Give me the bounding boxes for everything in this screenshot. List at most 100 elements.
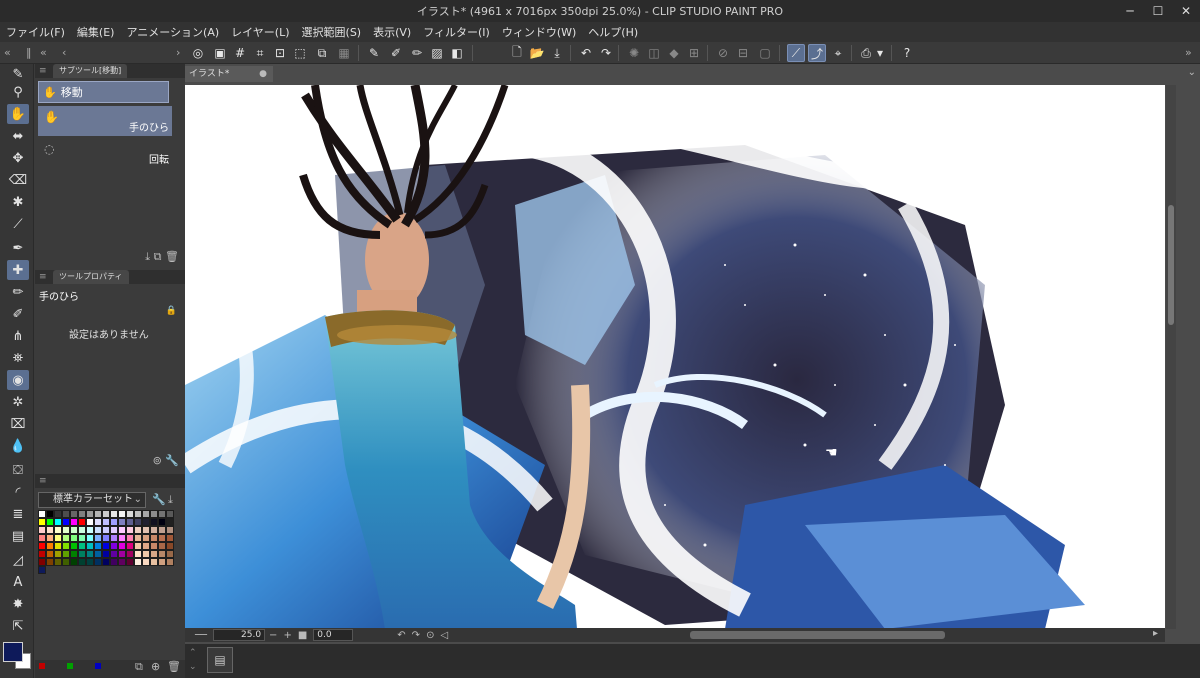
blur-icon[interactable]: 💧 — [7, 436, 29, 456]
subtool-item-hand[interactable]: ✋ 手のひら — [38, 106, 172, 136]
palette-swatch[interactable] — [102, 558, 110, 566]
palette-swatch[interactable] — [150, 526, 158, 534]
fit-icon[interactable]: ■ — [298, 630, 307, 641]
palette-swatch[interactable] — [126, 542, 134, 550]
palette-swatch[interactable] — [70, 558, 78, 566]
fill-icon[interactable]: ◆ — [665, 44, 683, 62]
palette-swatch[interactable] — [94, 550, 102, 558]
scroll-right-icon[interactable]: ▸ — [1153, 628, 1158, 639]
zoom-value[interactable]: 25.0 — [213, 629, 266, 641]
clear-icon[interactable]: ◫ — [645, 44, 663, 62]
crosshair-icon[interactable]: ✚ — [7, 260, 29, 280]
palette-swatch[interactable] — [102, 510, 110, 518]
menu-layer[interactable]: レイヤー(L) — [231, 24, 289, 40]
subtool-group-button[interactable]: ✋ 移動 — [38, 81, 169, 103]
frame-icon[interactable]: ▤ — [7, 526, 29, 546]
palette-swatch[interactable] — [142, 534, 150, 542]
open-folder-icon[interactable]: 📂 — [528, 44, 546, 62]
zoom-in-icon[interactable]: + — [283, 630, 291, 641]
redo-icon[interactable]: ↷ — [597, 44, 615, 62]
settings-icon[interactable]: 🔧 — [165, 454, 179, 467]
lock-icon[interactable]: 🔒 — [166, 306, 177, 316]
ruler-grid-icon[interactable]: ⌗ — [251, 44, 269, 62]
palette-swatch[interactable] — [54, 526, 62, 534]
reset-rotation-icon[interactable]: ⊙ — [426, 630, 434, 641]
snap-grid-icon[interactable]: ⌖ — [829, 44, 847, 62]
palette-swatch[interactable] — [78, 542, 86, 550]
drawing-canvas[interactable]: ☚ — [185, 85, 1165, 629]
palette-swatch[interactable] — [38, 566, 46, 574]
fill-bucket-icon[interactable]: ⛋ — [7, 460, 29, 480]
menu-window[interactable]: ウィンドウ(W) — [502, 24, 576, 40]
zoom-out-icon[interactable]: − — [269, 630, 277, 641]
palette-swatch[interactable] — [86, 550, 94, 558]
move-icon[interactable]: ✥ — [7, 148, 29, 168]
palette-swatch[interactable] — [118, 518, 126, 526]
menu-handle-icon[interactable]: ≡ — [39, 66, 47, 76]
palette-swatch[interactable] — [150, 534, 158, 542]
palette-swatch[interactable] — [70, 534, 78, 542]
palette-swatch[interactable] — [134, 542, 142, 550]
palette-swatch[interactable] — [94, 526, 102, 534]
ruler-icon[interactable]: ◿ — [7, 550, 29, 570]
palette-swatch[interactable] — [150, 542, 158, 550]
palette-swatch[interactable] — [134, 550, 142, 558]
download-icon[interactable]: ⤓ — [145, 250, 150, 263]
palette-swatch[interactable] — [38, 550, 46, 558]
palette-swatch[interactable] — [62, 558, 70, 566]
palette-swatch[interactable] — [110, 550, 118, 558]
palette-swatch[interactable] — [102, 526, 110, 534]
palette-swatch[interactable] — [150, 518, 158, 526]
border-icon[interactable]: ▢ — [756, 44, 774, 62]
palette-swatch[interactable] — [126, 550, 134, 558]
eraser-icon[interactable]: ⌧ — [7, 414, 29, 434]
zoom-slider[interactable]: ── — [195, 630, 207, 641]
print-icon[interactable]: ⎙ — [857, 44, 875, 62]
close-icon[interactable]: ✕ — [1172, 0, 1200, 22]
balloon-icon[interactable]: ⇱ — [7, 616, 29, 636]
palette-swatch[interactable] — [126, 526, 134, 534]
snap-ruler-icon[interactable]: ⟋ — [787, 44, 805, 62]
menu-handle-icon[interactable]: ≡ — [39, 476, 47, 486]
palette-swatch[interactable] — [166, 542, 174, 550]
curve-icon[interactable]: ◜ — [7, 482, 29, 502]
deselect-icon[interactable]: ⊘ — [714, 44, 732, 62]
palette-swatch[interactable] — [158, 534, 166, 542]
palette-swatch[interactable] — [86, 534, 94, 542]
palette-swatch[interactable] — [118, 510, 126, 518]
palette-swatch[interactable] — [78, 534, 86, 542]
palette-swatch[interactable] — [46, 534, 54, 542]
palette-swatch[interactable] — [142, 510, 150, 518]
palette-swatch[interactable] — [54, 542, 62, 550]
magic-wand-icon[interactable]: ✱ — [7, 192, 29, 212]
rotate-left-icon[interactable]: ↶ — [397, 630, 405, 641]
menu-animation[interactable]: アニメーション(A) — [126, 24, 219, 40]
operation-icon[interactable]: ⬌ — [7, 126, 29, 146]
palette-swatch[interactable] — [70, 526, 78, 534]
undo-icon[interactable]: ↶ — [577, 44, 595, 62]
palette-swatch[interactable] — [158, 550, 166, 558]
collapse-left-icon[interactable]: ‹ — [62, 46, 66, 59]
palette-swatch[interactable] — [62, 510, 70, 518]
palette-swatch[interactable] — [102, 542, 110, 550]
palette-swatch[interactable] — [150, 558, 158, 566]
palette-swatch[interactable] — [78, 558, 86, 566]
palette-swatch[interactable] — [46, 558, 54, 566]
palette-swatch[interactable] — [78, 518, 86, 526]
close-tab-icon[interactable]: ● — [259, 66, 267, 82]
clip-studio-icon[interactable]: ◎ — [189, 44, 207, 62]
color-dot-green[interactable] — [67, 663, 73, 669]
eyedropper-icon[interactable]: ⟋ — [7, 214, 29, 234]
copy-icon[interactable]: ⧉ — [154, 250, 162, 263]
zoom-icon[interactable]: ⚲ — [7, 82, 29, 102]
palette-swatch[interactable] — [150, 510, 158, 518]
invert-icon[interactable]: ⊟ — [734, 44, 752, 62]
palette-swatch[interactable] — [110, 526, 118, 534]
vertical-scrollbar[interactable] — [1166, 85, 1176, 629]
palette-swatch[interactable] — [110, 518, 118, 526]
palette-swatch[interactable] — [46, 542, 54, 550]
pen-tool-icon[interactable]: ✒ — [7, 238, 29, 258]
palette-swatch[interactable] — [118, 542, 126, 550]
menu-handle-icon[interactable]: ≡ — [39, 272, 47, 282]
selection-eraser-icon[interactable]: ⌫ — [7, 170, 29, 190]
